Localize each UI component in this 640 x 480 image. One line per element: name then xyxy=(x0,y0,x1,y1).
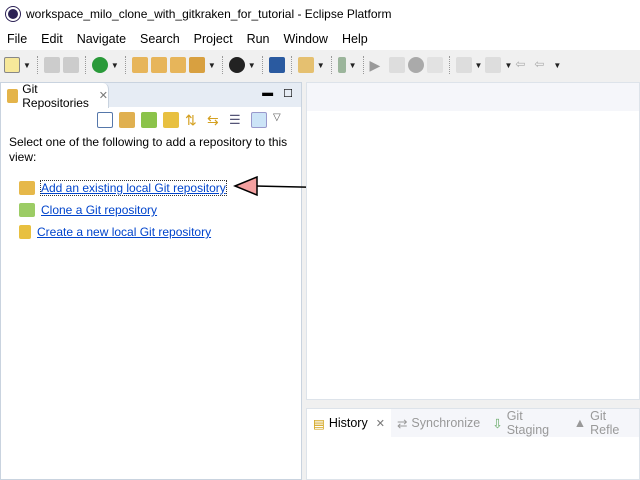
next-annotation-icon[interactable] xyxy=(455,57,472,73)
create-repo-icon[interactable] xyxy=(163,112,179,128)
save-icon[interactable] xyxy=(43,57,60,73)
create-repo-item[interactable]: Create a new local Git repository xyxy=(19,221,293,243)
back-icon[interactable]: ⇦ xyxy=(534,57,550,73)
menu-project[interactable]: Project xyxy=(187,32,240,46)
separator xyxy=(36,56,38,74)
tab-label: Git Staging xyxy=(506,409,550,437)
chevron-down-icon[interactable]: ▼ xyxy=(475,61,483,70)
last-edit-icon[interactable]: ⇦ xyxy=(515,57,531,73)
pen-icon[interactable] xyxy=(188,57,205,73)
git-repositories-view: Git Repositories ✕ ▬ ☐ ⇅ ⇆ ☰ ▽ Select one… xyxy=(0,82,302,480)
git-icon xyxy=(7,88,19,103)
close-icon[interactable]: ✕ xyxy=(376,417,385,430)
clone-repo-icon[interactable] xyxy=(141,112,157,128)
terminate-icon[interactable] xyxy=(407,57,424,73)
separator xyxy=(84,56,86,74)
view-menu-icon[interactable]: ▽ xyxy=(273,112,289,128)
repo-properties-icon[interactable] xyxy=(251,112,267,128)
chevron-down-icon[interactable]: ▼ xyxy=(553,61,561,70)
collapse-all-icon[interactable] xyxy=(97,112,113,128)
link-with-editor-icon[interactable]: ⇆ xyxy=(207,112,223,128)
user-icon[interactable] xyxy=(228,57,245,73)
open-folder-icon[interactable] xyxy=(169,57,186,73)
clone-repo-icon xyxy=(19,203,35,217)
instruction-text: Select one of the following to add a rep… xyxy=(9,135,288,164)
chevron-down-icon[interactable]: ▼ xyxy=(111,61,119,70)
separator xyxy=(448,56,450,74)
tab-git-staging[interactable]: ⇩ Git Staging xyxy=(486,409,568,437)
separator xyxy=(362,56,364,74)
tab-label: Git Repositories xyxy=(22,81,89,110)
edit-pencil-icon[interactable] xyxy=(297,57,314,73)
chevron-down-icon[interactable]: ▼ xyxy=(208,61,216,70)
git-reflog-icon: ▲ xyxy=(573,416,587,430)
device-icon[interactable] xyxy=(337,57,346,73)
chevron-down-icon[interactable]: ▼ xyxy=(248,61,256,70)
save-all-icon[interactable] xyxy=(62,57,79,73)
open-type-icon[interactable] xyxy=(131,57,148,73)
refresh-icon[interactable]: ⇅ xyxy=(185,112,201,128)
window-title: workspace_milo_clone_with_gitkraken_for_… xyxy=(26,7,392,21)
monitor-icon[interactable] xyxy=(268,57,285,73)
clone-repo-link[interactable]: Clone a Git repository xyxy=(41,203,157,217)
synchronize-icon: ⇄ xyxy=(396,416,408,431)
add-repo-icon[interactable] xyxy=(119,112,135,128)
run-config-icon[interactable] xyxy=(91,57,108,73)
bottom-panel: ▤ History ✕ ⇄ Synchronize ⇩ Git Staging ▲ Git… xyxy=(306,408,640,480)
menu-bar: File Edit Navigate Search Project Run Wi… xyxy=(0,28,640,50)
tab-synchronize[interactable]: ⇄ Synchronize xyxy=(391,409,486,437)
tab-label: History xyxy=(328,416,368,430)
resume-icon[interactable]: ▶ xyxy=(370,57,386,73)
menu-navigate[interactable]: Navigate xyxy=(70,32,133,46)
main-toolbar: ▼ ▼ ▼ ▼ ▼ ▼ ▶ ▼ ▼ ⇦ ⇦ ▼ xyxy=(0,50,640,80)
chevron-down-icon[interactable]: ▼ xyxy=(23,61,31,70)
menu-edit[interactable]: Edit xyxy=(34,32,70,46)
open-task-icon[interactable] xyxy=(150,57,167,73)
menu-help[interactable]: Help xyxy=(335,32,375,46)
hierarchy-icon[interactable]: ☰ xyxy=(229,112,245,128)
history-icon: ▤ xyxy=(313,416,325,431)
chevron-down-icon[interactable]: ▼ xyxy=(349,61,357,70)
hand-icon[interactable] xyxy=(426,57,443,73)
git-staging-icon: ⇩ xyxy=(492,416,503,431)
clone-repo-item[interactable]: Clone a Git repository xyxy=(19,199,293,221)
editor-area xyxy=(306,82,640,400)
view-toolbar: ⇅ ⇆ ☰ ▽ xyxy=(1,107,301,133)
separator xyxy=(221,56,223,74)
separator xyxy=(330,56,332,74)
tab-git-reflog[interactable]: ▲ Git Refle xyxy=(568,409,639,437)
eclipse-logo-icon xyxy=(6,7,20,21)
minimize-icon[interactable]: ▬ xyxy=(262,87,273,100)
folder-repo-icon xyxy=(19,181,35,195)
menu-window[interactable]: Window xyxy=(277,32,335,46)
skip-breakpoints-icon[interactable] xyxy=(388,57,405,73)
tab-label: Git Refle xyxy=(590,409,620,437)
maximize-icon[interactable]: ☐ xyxy=(283,87,293,100)
separator xyxy=(124,56,126,74)
previous-annotation-icon[interactable] xyxy=(485,57,502,73)
close-icon[interactable]: ✕ xyxy=(99,89,108,102)
chevron-down-icon[interactable]: ▼ xyxy=(504,61,512,70)
menu-file[interactable]: File xyxy=(0,32,34,46)
tab-label: Synchronize xyxy=(411,416,481,430)
menu-run[interactable]: Run xyxy=(240,32,277,46)
separator xyxy=(290,56,292,74)
tab-git-repositories[interactable]: Git Repositories ✕ xyxy=(1,81,109,110)
add-existing-repo-link[interactable]: Add an existing local Git repository xyxy=(40,180,227,196)
chevron-down-icon[interactable]: ▼ xyxy=(317,61,325,70)
menu-search[interactable]: Search xyxy=(133,32,187,46)
tab-history[interactable]: ▤ History ✕ xyxy=(307,409,391,437)
separator xyxy=(261,56,263,74)
new-icon[interactable] xyxy=(4,57,20,73)
new-repo-icon xyxy=(19,225,31,239)
title-bar: workspace_milo_clone_with_gitkraken_for_… xyxy=(0,0,640,28)
create-repo-link[interactable]: Create a new local Git repository xyxy=(37,225,211,239)
